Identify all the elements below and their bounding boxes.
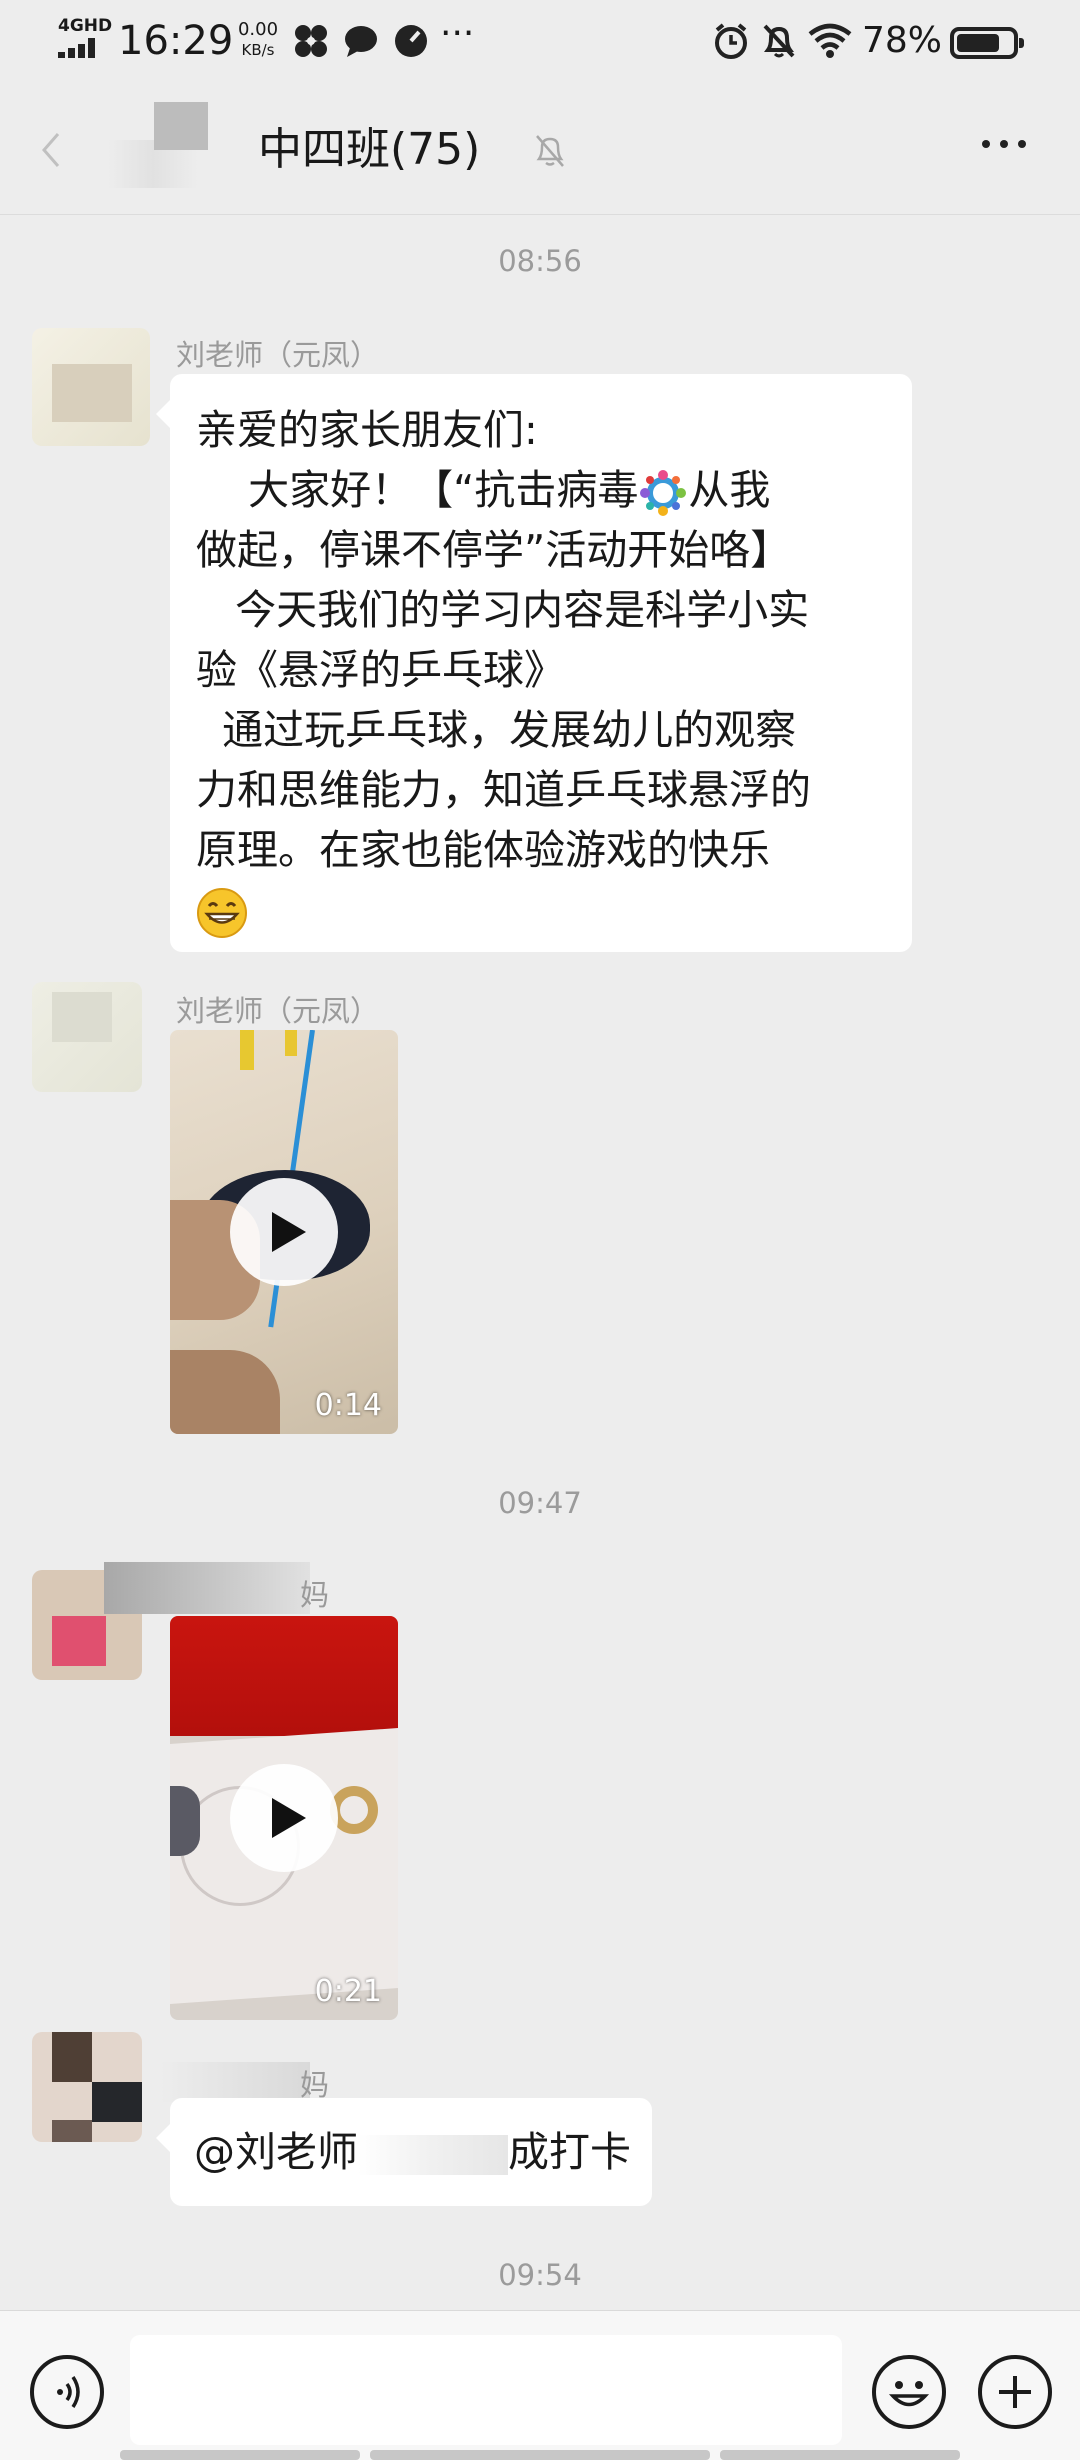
fan-icon xyxy=(295,25,327,57)
avatar-image xyxy=(52,364,132,422)
message-text: 成打卡 xyxy=(508,2128,631,2176)
blurred-sender xyxy=(104,1562,310,1614)
net-speed-value: 0.00 xyxy=(237,19,279,40)
avatar-image xyxy=(52,2032,92,2082)
blurred-sender xyxy=(160,2062,310,2102)
message-line: 做起，停课不停学”活动开始咯】 xyxy=(196,526,792,574)
video-duration: 0:14 xyxy=(314,1388,382,1423)
grin-emoji-icon xyxy=(197,888,247,938)
video-thumb-object xyxy=(240,1030,254,1070)
signal-icon xyxy=(58,38,102,58)
battery-fill xyxy=(957,34,999,52)
timestamp: 08:56 xyxy=(498,244,582,278)
gesture-bar xyxy=(120,2450,360,2460)
avatar-image xyxy=(52,2120,92,2142)
net-speed-unit: KB/s xyxy=(241,41,275,59)
bell-off-status-icon xyxy=(763,24,795,58)
message-line: 力和思维能力，知道乒乓球悬浮的 xyxy=(196,766,811,814)
play-icon[interactable] xyxy=(230,1178,338,1286)
chat-notify-icon xyxy=(345,26,377,57)
timestamp: 09:47 xyxy=(498,1486,582,1520)
group-avatar xyxy=(154,102,208,150)
virus-emoji-icon xyxy=(640,470,687,516)
video-message[interactable]: 0:21 xyxy=(170,1616,398,2020)
message-line: @刘老师 成打卡 xyxy=(194,2122,652,2182)
message-line: 亲爱的家长朋友们: xyxy=(196,406,538,454)
mention-text: @刘老师 xyxy=(194,2128,358,2176)
video-duration: 0:21 xyxy=(314,1974,382,2009)
net-speed: 0.00 KB/s xyxy=(233,20,283,60)
video-message[interactable]: 0:14 xyxy=(170,1030,398,1434)
avatar-image xyxy=(52,1616,106,1666)
status-bar: 4GHD 16:29 0.00 KB/s ··· 78% xyxy=(0,0,1080,80)
input-bar xyxy=(0,2310,1080,2460)
avatar[interactable] xyxy=(32,982,142,1092)
battery-percent: 78% xyxy=(862,20,943,61)
blurred-text xyxy=(358,2135,508,2175)
message-line-emoji xyxy=(196,880,912,940)
sender-name: 刘老师（元凤） xyxy=(176,994,380,1028)
sender-name: 妈 xyxy=(300,1578,330,1612)
sender-name: 刘老师（元凤） xyxy=(176,338,380,372)
chat-title[interactable]: 中四班(75) xyxy=(258,120,480,180)
battery-icon xyxy=(950,27,1024,59)
more-notifications-icon: ··· xyxy=(440,13,475,54)
chat-header: 中四班(75) xyxy=(0,80,1080,215)
more-dots-icon[interactable] xyxy=(978,130,1038,170)
clock: 16:29 xyxy=(118,18,234,64)
message-line: 验《悬浮的乒乓球》 xyxy=(196,646,565,694)
avatar[interactable] xyxy=(32,2032,142,2142)
gesture-bar xyxy=(720,2450,960,2460)
message-line: 今天我们的学习内容是科学小实 xyxy=(196,586,810,634)
wifi-icon xyxy=(808,23,852,58)
message-line: 通过玩乒乓球，发展幼儿的观察 xyxy=(196,706,797,754)
message-text: 大家好！【“抗击病毒 xyxy=(196,466,639,514)
network-type: 4GHD xyxy=(58,16,113,36)
chevron-left-icon[interactable] xyxy=(32,120,82,180)
avatar-image xyxy=(92,2082,142,2122)
text-message[interactable]: @刘老师 成打卡 xyxy=(156,2098,652,2206)
message-line-2: 大家好！【“抗击病毒 从我 xyxy=(196,460,912,520)
alarm-icon xyxy=(715,23,747,59)
message-input[interactable] xyxy=(130,2335,842,2445)
video-thumb-background xyxy=(170,1616,398,1736)
message-line: 原理。在家也能体验游戏的快乐 xyxy=(196,826,770,874)
gauge-icon xyxy=(395,25,427,57)
avatar-image xyxy=(52,992,112,1042)
bell-off-icon xyxy=(536,135,564,167)
timestamp: 09:54 xyxy=(498,2258,582,2292)
gesture-bar xyxy=(370,2450,710,2460)
message-text: 从我 xyxy=(688,466,771,514)
video-thumb-object xyxy=(285,1030,297,1056)
voice-icon[interactable] xyxy=(30,2355,104,2429)
video-thumb-hand xyxy=(170,1350,280,1434)
play-icon[interactable] xyxy=(230,1764,338,1872)
emoji-icon[interactable] xyxy=(872,2355,946,2429)
avatar[interactable] xyxy=(32,328,150,446)
video-thumb-hand xyxy=(170,1786,200,1856)
plus-icon[interactable] xyxy=(978,2355,1052,2429)
text-message[interactable]: 亲爱的家长朋友们: 大家好！【“抗击病毒 从我 做起，停课不停学”活动开始咯】 今… xyxy=(156,374,912,952)
